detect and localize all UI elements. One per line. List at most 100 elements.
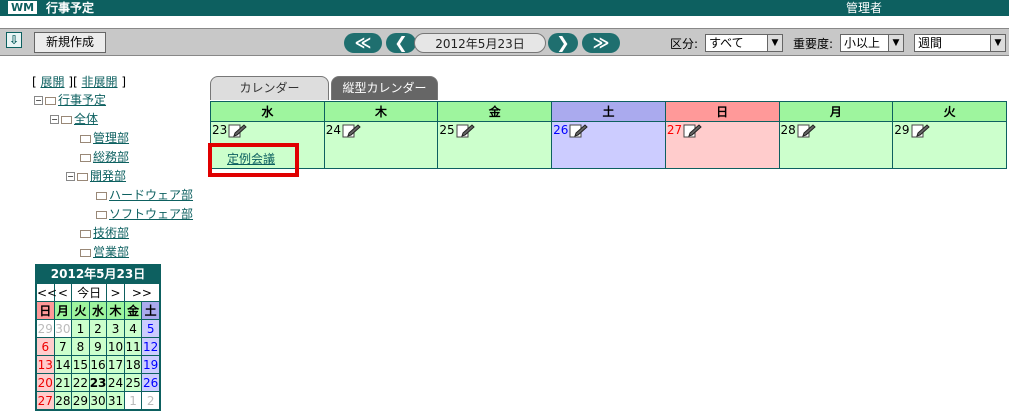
folder-icon — [96, 210, 107, 219]
new-entry-button[interactable]: 新規作成 — [34, 32, 106, 53]
folder-icon — [45, 96, 56, 105]
mini-day[interactable]: 9 — [88, 337, 108, 356]
day-number[interactable]: 24 — [326, 123, 341, 137]
mini-day[interactable]: 15 — [71, 355, 90, 374]
pencil-edit-icon[interactable] — [796, 123, 816, 139]
day-cell[interactable]: 25 — [437, 121, 553, 169]
day-number[interactable]: 28 — [781, 123, 796, 137]
download-icon[interactable]: ⇩ — [6, 32, 22, 48]
mini-day[interactable]: 20 — [36, 373, 55, 392]
mini-day[interactable]: 5 — [141, 319, 160, 338]
folder-icon — [80, 153, 91, 162]
expand-link[interactable]: 展開 — [41, 75, 65, 89]
tree-dept[interactable]: 総務部 — [93, 150, 129, 164]
day-cell[interactable]: 26 — [551, 121, 666, 169]
pencil-edit-icon[interactable] — [910, 123, 930, 139]
importance-select[interactable]: 小以上 ▼ — [840, 34, 904, 52]
mini-day[interactable]: 26 — [141, 373, 160, 392]
tree-dept[interactable]: ソフトウェア部 — [109, 207, 193, 221]
tree-dept[interactable]: 営業部 — [93, 245, 129, 259]
weekday-header: 日 — [664, 101, 780, 122]
mini-day[interactable]: 14 — [53, 355, 73, 374]
pencil-edit-icon[interactable] — [455, 123, 475, 139]
collapse-icon[interactable]: − — [66, 172, 75, 181]
prev-button[interactable]: ❮ — [386, 33, 416, 53]
tab-calendar[interactable]: カレンダー — [210, 76, 329, 100]
mini-day[interactable]: 1 — [123, 391, 143, 410]
mini-day[interactable]: 10 — [106, 337, 125, 356]
importance-label: 重要度: — [793, 37, 834, 51]
tree-root[interactable]: 行事予定 — [58, 93, 106, 107]
mini-day[interactable]: 13 — [36, 355, 55, 374]
day-cell[interactable]: 27 — [664, 121, 780, 169]
mini-day[interactable]: 25 — [123, 373, 143, 392]
tree-dept[interactable]: 技術部 — [93, 226, 129, 240]
mini-day[interactable]: 3 — [106, 319, 125, 338]
view-select[interactable]: 週間 ▼ — [914, 34, 1006, 52]
mini-nav-next[interactable]: > — [106, 283, 125, 302]
collapse-link[interactable]: 非展開 — [82, 75, 118, 89]
mini-day[interactable]: 29 — [71, 391, 90, 410]
day-cell[interactable]: 28 — [778, 121, 894, 169]
tree-all[interactable]: 全体 — [74, 112, 98, 126]
mini-day[interactable]: 24 — [106, 373, 125, 392]
mini-day[interactable]: 2 — [141, 391, 160, 410]
day-cell[interactable]: 29 — [892, 121, 1007, 169]
day-number[interactable]: 26 — [553, 123, 568, 137]
next-far-button[interactable]: ≫ — [582, 33, 620, 53]
pencil-edit-icon[interactable] — [227, 123, 248, 139]
tree-dept[interactable]: 管理部 — [93, 131, 129, 145]
mini-day[interactable]: 30 — [88, 391, 108, 410]
day-number[interactable]: 25 — [439, 123, 454, 137]
mini-nav-prev-far[interactable]: << — [36, 283, 57, 302]
weekday-header: 土 — [551, 101, 666, 122]
weekday-header: 火 — [892, 101, 1007, 122]
day-cell[interactable]: 24 — [323, 121, 439, 169]
mini-day[interactable]: 4 — [123, 319, 143, 338]
mini-day[interactable]: 21 — [53, 373, 73, 392]
day-number[interactable]: 27 — [667, 123, 682, 137]
mini-day[interactable]: 1 — [71, 319, 90, 338]
mini-day[interactable]: 31 — [106, 391, 125, 410]
mini-day[interactable]: 27 — [36, 391, 55, 410]
pencil-edit-icon[interactable] — [341, 123, 361, 139]
mini-day[interactable]: 22 — [71, 373, 90, 392]
page-title: 行事予定 — [46, 1, 95, 15]
folder-icon — [96, 191, 107, 200]
mini-day[interactable]: 11 — [123, 337, 143, 356]
tree-dept[interactable]: ハードウェア部 — [109, 188, 193, 202]
tree-dept[interactable]: 開発部 — [90, 169, 126, 183]
mini-day[interactable]: 6 — [36, 337, 55, 356]
collapse-icon[interactable]: − — [50, 115, 59, 124]
mini-day[interactable]: 19 — [141, 355, 160, 374]
mini-day[interactable]: 12 — [141, 337, 160, 356]
mini-nav-next-far[interactable]: >> — [123, 283, 161, 302]
week-calendar: 水 木 金 土 日 月 火 23 24 25 26 27 28 29 — [210, 101, 1007, 169]
tab-vertical-calendar[interactable]: 縦型カレンダー — [331, 76, 438, 100]
mini-day[interactable]: 7 — [53, 337, 73, 356]
mini-nav-today[interactable]: 今日 — [71, 283, 108, 302]
day-number[interactable]: 29 — [894, 123, 909, 137]
mini-day[interactable]: 17 — [106, 355, 125, 374]
mini-day[interactable]: 29 — [36, 319, 55, 338]
mini-day[interactable]: 23 — [88, 373, 108, 392]
current-user[interactable]: 管理者 — [846, 0, 882, 16]
next-button[interactable]: ❯ — [548, 33, 578, 53]
pencil-edit-icon[interactable] — [568, 123, 589, 139]
category-select[interactable]: すべて ▼ — [705, 34, 783, 52]
mini-calendar: 2012年5月23日 << < 今日 > >> 日 月 火 水 木 金 土 29… — [35, 264, 161, 411]
mini-day[interactable]: 8 — [71, 337, 90, 356]
collapse-icon[interactable]: − — [34, 96, 43, 105]
day-number[interactable]: 23 — [212, 123, 227, 137]
mini-day[interactable]: 30 — [53, 319, 73, 338]
pencil-edit-icon[interactable] — [682, 123, 702, 139]
mini-day[interactable]: 2 — [88, 319, 108, 338]
folder-icon — [80, 229, 91, 238]
weekday-header: 金 — [437, 101, 553, 122]
mini-weekday: 金 — [123, 301, 143, 320]
mini-day[interactable]: 16 — [88, 355, 108, 374]
mini-day[interactable]: 28 — [53, 391, 73, 410]
mini-day[interactable]: 18 — [123, 355, 143, 374]
prev-far-button[interactable]: ≪ — [344, 33, 382, 53]
current-date-display: 2012年5月23日 — [414, 33, 546, 53]
